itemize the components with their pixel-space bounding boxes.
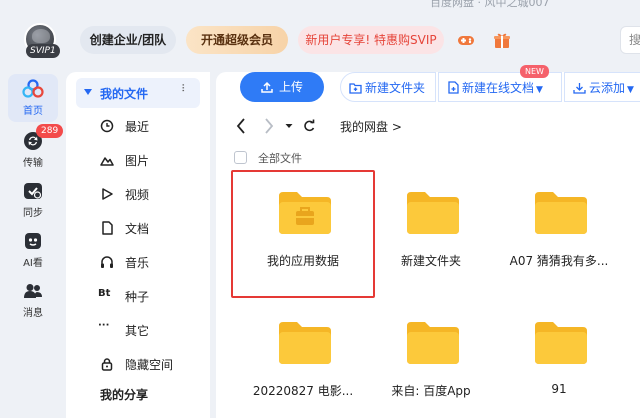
file-item[interactable]: 91 — [495, 306, 623, 418]
bt-icon: Bt — [98, 288, 111, 299]
files-sidebar: 我的文件 ··· 最近 图片 视频 文档 音乐 Bt 种子 ··· 其它 隐藏空… — [66, 72, 210, 418]
file-name: A07 猜猜我有多... — [509, 254, 609, 268]
nav-message[interactable]: 消息 — [8, 276, 58, 324]
nav-transfer[interactable]: 289 传输 — [8, 124, 64, 174]
sync-icon — [24, 183, 42, 199]
transfer-count-badge: 289 — [36, 124, 64, 138]
sidebar-item-documents[interactable]: 文档 — [76, 212, 200, 244]
file-name: 新建文件夹 — [400, 254, 461, 268]
upload-icon — [261, 81, 273, 93]
history-dropdown-icon[interactable] — [284, 116, 294, 136]
file-name: 20220827 电影... — [252, 384, 354, 398]
nav-ai-view-label: AI看 — [23, 258, 43, 269]
more-dots-icon: ··· — [98, 320, 110, 331]
sidebar-item-label: 文档 — [125, 222, 150, 236]
forward-arrow-icon[interactable] — [262, 116, 276, 136]
sidebar-header-my-files[interactable]: 我的文件 ··· — [76, 78, 200, 108]
back-arrow-icon[interactable] — [234, 116, 248, 136]
promo-svip-button[interactable]: 新用户专享! 特惠购SVIP — [298, 26, 444, 54]
file-name: 来自: 百度App — [391, 384, 471, 398]
ai-view-icon — [25, 233, 41, 249]
new-folder-label: 新建文件夹 — [365, 81, 426, 95]
chevron-down-icon: ▼ — [536, 85, 543, 95]
cloud-add-label: 云添加 — [589, 81, 626, 95]
breadcrumb[interactable]: 我的网盘 > — [340, 118, 402, 135]
new-doc-label: 新建在线文档 — [462, 81, 535, 95]
gift-icon[interactable] — [492, 30, 512, 50]
folder-icon — [407, 192, 459, 234]
all-files-label: 全部文件 — [258, 152, 302, 165]
nav-message-label: 消息 — [23, 308, 43, 319]
game-icon[interactable] — [456, 30, 476, 50]
nav-ai-view[interactable]: AI看 — [8, 226, 58, 274]
file-item[interactable]: 新建文件夹 — [367, 176, 495, 292]
file-item[interactable]: A07 猜猜我有多... — [495, 176, 623, 292]
chevron-down-icon: ▼ — [627, 85, 634, 95]
message-icon — [24, 284, 42, 298]
folder-icon — [407, 322, 459, 364]
file-name: 91 — [551, 382, 567, 396]
sidebar-item-videos[interactable]: 视频 — [76, 178, 200, 210]
selection-highlight — [231, 170, 375, 298]
sidebar-header-label: 我的文件 — [100, 87, 149, 101]
sidebar-item-label: 最近 — [125, 120, 150, 134]
sidebar-item-images[interactable]: 图片 — [76, 144, 200, 176]
create-enterprise-button[interactable]: 创建企业/团队 — [80, 26, 176, 54]
headphones-icon — [101, 256, 113, 268]
new-doc-icon — [448, 81, 459, 94]
folder-icon — [535, 322, 587, 364]
new-folder-icon — [349, 83, 362, 94]
sidebar-item-music[interactable]: 音乐 — [76, 246, 200, 278]
breadcrumb-separator: > — [391, 120, 402, 134]
image-icon — [100, 157, 114, 166]
sidebar-item-label: 种子 — [125, 290, 150, 304]
nav-sync-label: 同步 — [23, 208, 43, 219]
sidebar-item-hidden-space[interactable]: 隐藏空间 — [76, 348, 200, 380]
vip-badge: SVIP1 — [26, 44, 60, 58]
sidebar-item-label: 其它 — [125, 324, 150, 338]
left-nav: 首页 289 传输 同步 AI看 消息 — [0, 72, 66, 418]
more-vertical-icon[interactable]: ··· — [176, 83, 190, 91]
lock-icon — [101, 358, 113, 371]
cloud-add-button[interactable]: 云添加 ▼ — [564, 72, 640, 102]
sidebar-item-other[interactable]: ··· 其它 — [76, 314, 200, 346]
search-input[interactable]: 搜 — [620, 26, 640, 54]
nav-home[interactable]: 首页 — [8, 74, 58, 122]
file-item[interactable]: 来自: 百度App — [367, 306, 495, 418]
file-item[interactable]: 20220827 电影... — [239, 306, 367, 418]
sidebar-item-label: 音乐 — [125, 256, 150, 270]
upload-label: 上传 — [278, 80, 303, 94]
select-all-checkbox[interactable] — [234, 151, 247, 164]
cloud-download-icon — [573, 83, 586, 94]
main-panel: 上传 新建文件夹 新建在线文档 ▼ NEW 云添加 ▼ 我的网盘 > 全部文件 我的… — [216, 65, 640, 418]
sidebar-item-recent[interactable]: 最近 — [76, 110, 200, 142]
cloud-home-icon — [22, 79, 44, 98]
nav-transfer-label: 传输 — [23, 158, 43, 169]
open-svip-button[interactable]: 开通超级会员 — [186, 26, 288, 54]
sidebar-item-torrents[interactable]: Bt 种子 — [76, 280, 200, 312]
nav-sync[interactable]: 同步 — [8, 176, 58, 224]
upload-button[interactable]: 上传 — [240, 72, 324, 102]
top-bar: 百度网盘 · 风中之城007 SVIP1 创建企业/团队 开通超级会员 新用户专… — [0, 0, 640, 72]
refresh-icon[interactable] — [302, 116, 316, 136]
folder-icon — [535, 192, 587, 234]
new-tag-badge: NEW — [520, 65, 549, 78]
document-icon — [102, 221, 113, 235]
sidebar-item-label: 隐藏空间 — [125, 358, 174, 372]
clock-icon — [100, 119, 114, 133]
sidebar-my-share[interactable]: 我的分享 — [100, 386, 148, 403]
window-title: 百度网盘 · 风中之城007 — [430, 0, 550, 9]
nav-home-label: 首页 — [23, 106, 43, 117]
breadcrumb-current[interactable]: 我的网盘 — [340, 120, 388, 134]
folder-icon — [279, 322, 331, 364]
new-folder-button[interactable]: 新建文件夹 — [340, 72, 436, 102]
caret-down-icon — [84, 89, 92, 95]
play-icon — [102, 188, 113, 200]
sidebar-item-label: 视频 — [125, 188, 150, 202]
sidebar-item-label: 图片 — [125, 154, 150, 168]
